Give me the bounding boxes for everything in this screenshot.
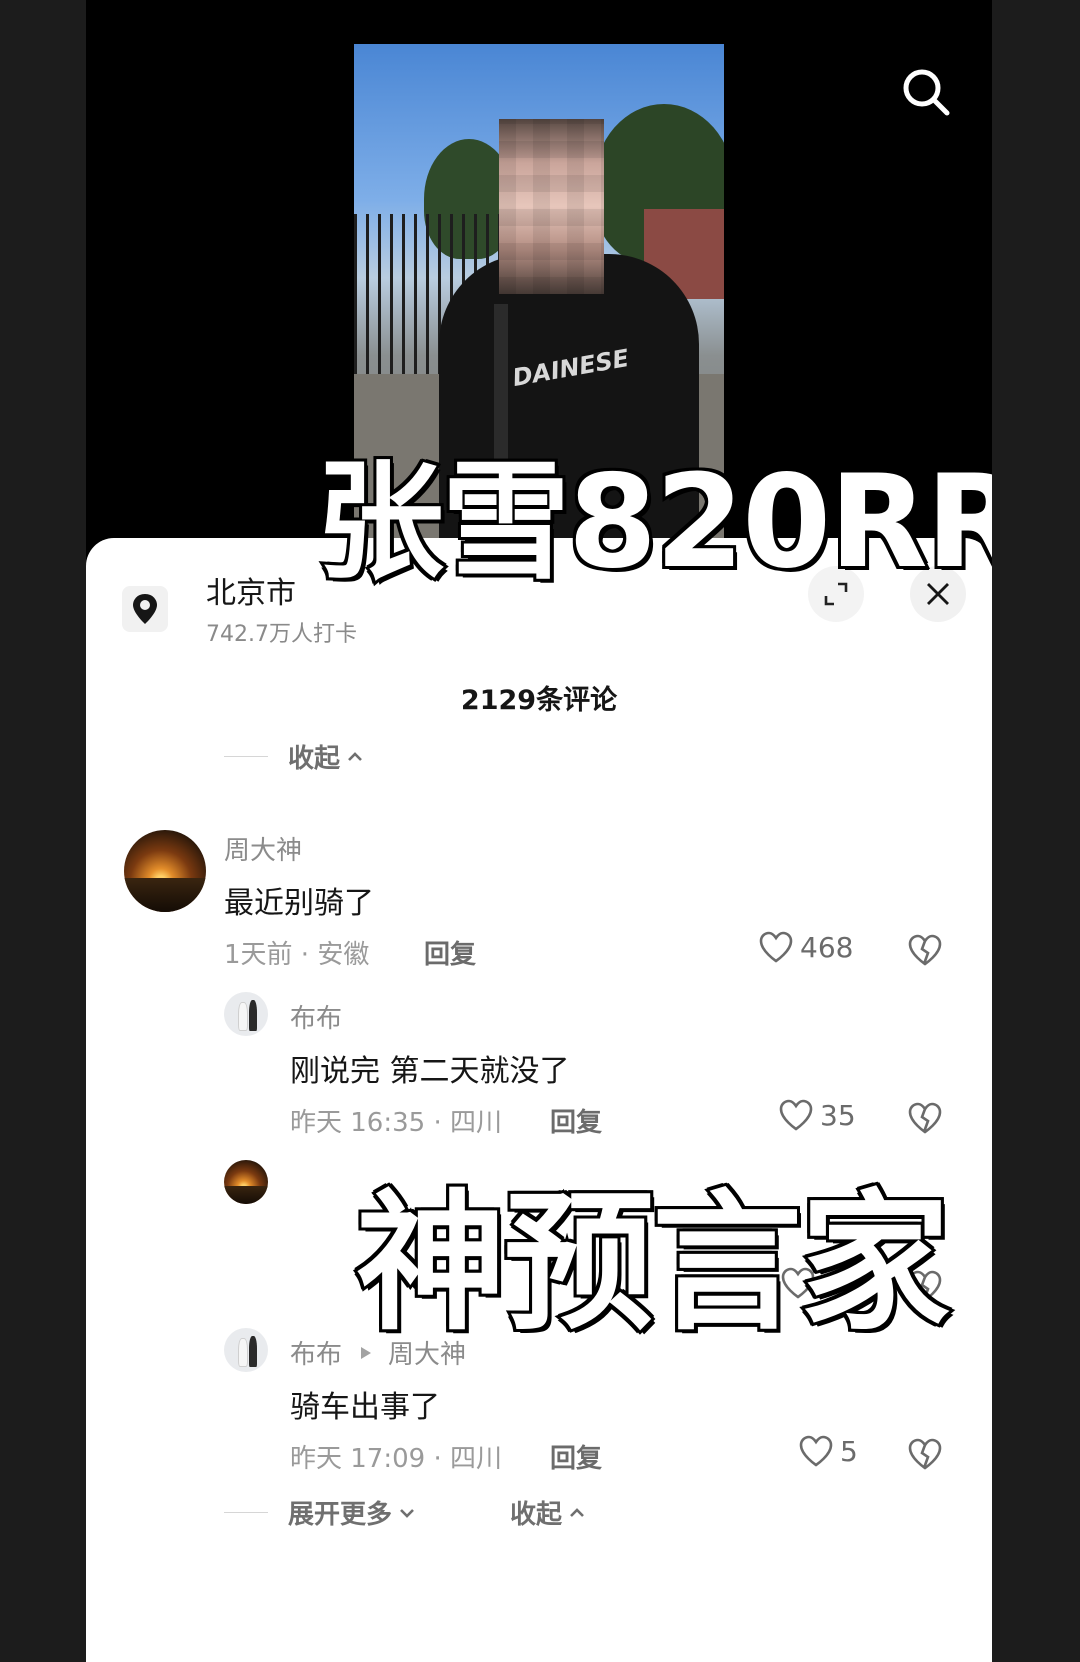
avatar[interactable] [224, 1160, 268, 1204]
left-backdrop [0, 0, 86, 1662]
like-button[interactable]: 468 [758, 930, 853, 964]
divider [224, 1512, 268, 1513]
heart-icon [759, 931, 793, 963]
chevron-up-icon [348, 751, 362, 761]
like-count: 5 [840, 1434, 858, 1468]
reply-text: 刚说完 第二天就没了 [290, 1054, 570, 1089]
reply-author[interactable]: 布布 [290, 1334, 342, 1371]
location-checkins: 742.7万人打卡 [206, 622, 357, 647]
location-title[interactable]: 北京市 [206, 568, 296, 612]
expand-more-label: 展开更多 [288, 1500, 393, 1530]
comment-meta: 1天前 · 安徽 [224, 940, 370, 970]
expand-more-button[interactable]: 展开更多 [224, 1494, 416, 1531]
reply-button[interactable]: 回复 [424, 934, 476, 971]
comment-author[interactable]: 周大神 [224, 830, 302, 867]
reply-text: 骑车出事了 [290, 1390, 440, 1425]
reply-author[interactable]: 布布 [290, 998, 342, 1035]
heart-icon [799, 1435, 833, 1467]
caption-top: 张雪820RR [313, 445, 992, 600]
like-button[interactable]: 35 [778, 1098, 856, 1132]
collapse-label: 收起 [510, 1500, 563, 1530]
right-backdrop [992, 0, 1080, 1662]
chevron-down-icon [400, 1508, 414, 1518]
broken-heart-icon[interactable] [906, 1436, 944, 1472]
reply-meta: 昨天 17:09 · 四川 [290, 1444, 502, 1474]
reply-button[interactable]: 回复 [550, 1102, 602, 1139]
video-blurred-face [499, 119, 604, 294]
broken-heart-icon[interactable] [906, 1100, 944, 1136]
like-button[interactable]: 5 [798, 1434, 858, 1468]
broken-heart-icon[interactable] [906, 932, 944, 968]
search-icon[interactable] [900, 66, 952, 118]
like-count: 35 [820, 1098, 856, 1132]
like-count: 468 [800, 930, 854, 964]
collapse-button[interactable]: 收起 [510, 1494, 586, 1531]
chevron-up-icon [570, 1507, 584, 1517]
comments-sheet: 北京市 742.7万人打卡 2129条评论 收起 周大神 最近别骑了 1天前 ·… [86, 538, 992, 1662]
caption-bottom: 神预言家 [353, 1174, 953, 1354]
collapse-replies-button[interactable]: 收起 [224, 738, 364, 775]
location-pin-icon[interactable] [122, 586, 168, 632]
reply-meta: 昨天 16:35 · 四川 [290, 1108, 502, 1138]
avatar[interactable] [124, 830, 206, 912]
avatar[interactable] [224, 1328, 268, 1372]
comment-text: 最近别骑了 [224, 886, 374, 921]
collapse-label: 收起 [288, 744, 341, 774]
heart-icon [779, 1099, 813, 1131]
phone-screen: DAINESE 北京市 742.7万人打卡 2129条评论 收起 周大神 最近别… [86, 0, 992, 1662]
avatar[interactable] [224, 992, 268, 1036]
reply-button[interactable]: 回复 [550, 1438, 602, 1475]
comments-count: 2129条评论 [460, 685, 618, 716]
divider [224, 756, 268, 757]
clipped-previous-row [276, 734, 916, 750]
